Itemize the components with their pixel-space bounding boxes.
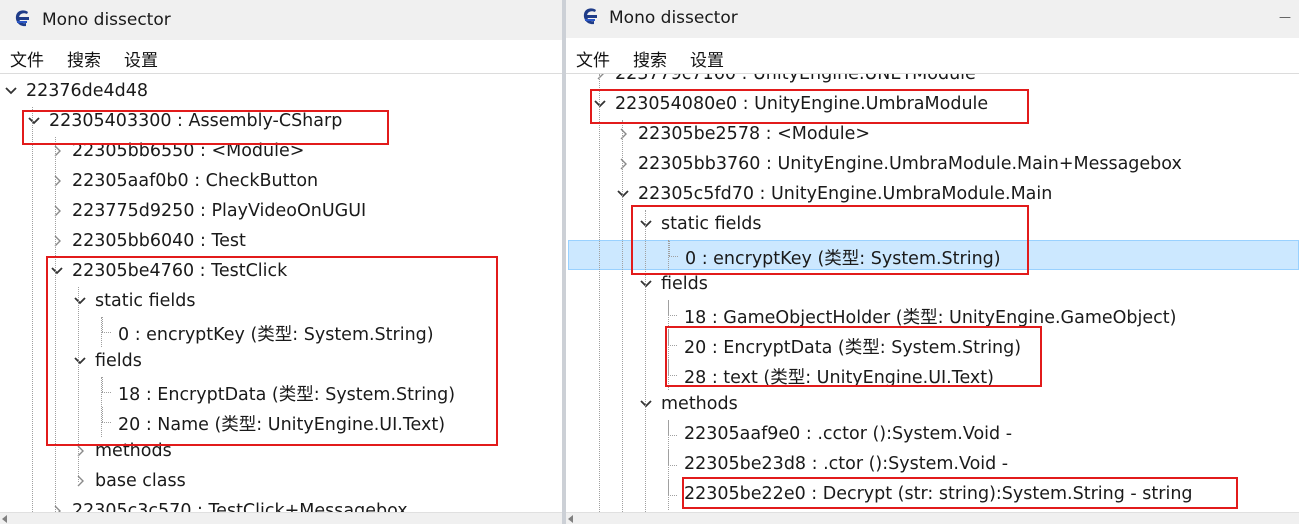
tree-connector bbox=[668, 465, 677, 466]
tree-node-label: 22305bb3760 : UnityEngine.UmbraModule.Ma… bbox=[638, 154, 1182, 174]
cheat-engine-icon bbox=[15, 10, 29, 27]
chevron-down-icon[interactable] bbox=[4, 83, 18, 99]
red-highlight-box bbox=[682, 477, 1238, 509]
tree-node-label: 22376de4d48 bbox=[26, 81, 149, 101]
tree-connector bbox=[32, 107, 33, 512]
menu-settings[interactable]: 设置 bbox=[690, 46, 724, 71]
chevron-right-icon[interactable] bbox=[50, 143, 64, 159]
tree-node-row[interactable]: 22305aaf0b0 : CheckButton bbox=[0, 167, 562, 197]
minimize-icon[interactable]: — bbox=[1279, 10, 1293, 24]
left-dissector-window: Mono dissector 文件 搜索 设置 22376de4d48 22305… bbox=[0, 0, 562, 524]
tree-connector bbox=[622, 120, 623, 512]
chevron-right-icon[interactable] bbox=[616, 156, 630, 172]
red-highlight-box bbox=[46, 256, 498, 446]
tree-node-label: 22305c5fd70 : UnityEngine.UmbraModule.Ma… bbox=[638, 184, 1053, 204]
tree-connector bbox=[668, 435, 677, 436]
tree-node-label: 223779c7160 : UnityEngine.UNETModule bbox=[615, 73, 976, 84]
menu-file[interactable]: 文件 bbox=[576, 46, 610, 71]
tree-node-row[interactable]: 22305bb6040 : Test bbox=[0, 227, 562, 257]
horizontal-scrollbar[interactable] bbox=[0, 512, 562, 524]
tree-node-label: fields bbox=[661, 274, 708, 294]
tree-node-label: 22305bb6040 : Test bbox=[72, 231, 246, 251]
tree-node-label: methods bbox=[661, 394, 738, 414]
mono-tree-view[interactable]: 223779c7160 : UnityEngine.UNETModule 2230… bbox=[566, 73, 1299, 512]
horizontal-scrollbar[interactable] bbox=[566, 512, 1299, 524]
tree-node-label: 22305c3c570 : TestClick+Messagebox bbox=[72, 501, 408, 512]
title-bar: Mono dissector — bbox=[566, 0, 1299, 38]
tree-node-row[interactable]: 223779c7160 : UnityEngine.UNETModule bbox=[566, 73, 1299, 90]
tree-node-row[interactable]: 22305c3c570 : TestClick+Messagebox bbox=[0, 497, 562, 512]
mono-tree-view[interactable]: 22376de4d48 22305403300 : Assembly-CSharp… bbox=[0, 73, 562, 512]
tree-node-label: 22305be2578 : <Module> bbox=[638, 124, 871, 144]
chevron-right-icon[interactable] bbox=[50, 203, 64, 219]
tree-node-label: 22305aaf0b0 : CheckButton bbox=[72, 171, 319, 191]
chevron-down-icon[interactable] bbox=[616, 186, 630, 202]
scroll-left-arrow-icon[interactable] bbox=[2, 515, 7, 523]
chevron-right-icon[interactable] bbox=[50, 173, 64, 189]
window-title: Mono dissector bbox=[42, 10, 171, 30]
tree-leaf-row[interactable]: 22305be23d8 : .ctor ():System.Void - bbox=[566, 450, 1299, 480]
chevron-right-icon[interactable] bbox=[50, 503, 64, 512]
tree-connector bbox=[668, 420, 669, 510]
tree-node-row[interactable]: 223775d9250 : PlayVideoOnUGUI bbox=[0, 197, 562, 227]
title-bar: Mono dissector bbox=[0, 0, 562, 40]
chevron-right-icon[interactable] bbox=[616, 126, 630, 142]
tree-node-row[interactable]: 22305bb3760 : UnityEngine.UmbraModule.Ma… bbox=[566, 150, 1299, 180]
menu-settings[interactable]: 设置 bbox=[124, 46, 158, 71]
red-highlight-box bbox=[590, 89, 1029, 124]
tree-node-label: 223775d9250 : PlayVideoOnUGUI bbox=[72, 201, 367, 221]
tree-connector bbox=[668, 495, 677, 496]
tree-node-label: base class bbox=[95, 471, 186, 491]
menu-file[interactable]: 文件 bbox=[10, 46, 44, 71]
chevron-down-icon[interactable] bbox=[639, 396, 653, 412]
tree-node-label: 22305be23d8 : .ctor ():System.Void - bbox=[684, 454, 1009, 474]
tree-connector bbox=[668, 315, 677, 316]
tree-connector bbox=[599, 74, 600, 512]
tree-node-label: 22305aaf9e0 : .cctor ():System.Void - bbox=[684, 424, 1013, 444]
tree-node-row[interactable]: methods bbox=[566, 390, 1299, 420]
red-highlight-box bbox=[22, 110, 389, 145]
menu-bar: 文件 搜索 设置 bbox=[566, 44, 1299, 72]
chevron-right-icon[interactable] bbox=[50, 233, 64, 249]
tree-node-row[interactable]: 22305be2578 : <Module> bbox=[566, 120, 1299, 150]
right-dissector-window: Mono dissector — 文件 搜索 设置 223779c7160 : … bbox=[566, 0, 1299, 524]
scroll-left-arrow-icon[interactable] bbox=[568, 515, 573, 523]
menu-bar: 文件 搜索 设置 bbox=[0, 44, 562, 72]
cheat-engine-icon bbox=[583, 8, 597, 25]
tree-node-row[interactable]: 22376de4d48 bbox=[0, 77, 562, 107]
window-title: Mono dissector bbox=[609, 8, 738, 28]
red-highlight-box bbox=[631, 205, 1029, 275]
chevron-right-icon[interactable] bbox=[73, 473, 87, 489]
red-highlight-box bbox=[665, 326, 1042, 387]
chevron-right-icon[interactable] bbox=[593, 74, 607, 82]
menu-search[interactable]: 搜索 bbox=[633, 46, 667, 71]
chevron-down-icon[interactable] bbox=[639, 276, 653, 292]
menu-search[interactable]: 搜索 bbox=[67, 46, 101, 71]
tree-node-row[interactable]: base class bbox=[0, 467, 562, 497]
tree-leaf-row[interactable]: 22305aaf9e0 : .cctor ():System.Void - bbox=[566, 420, 1299, 450]
